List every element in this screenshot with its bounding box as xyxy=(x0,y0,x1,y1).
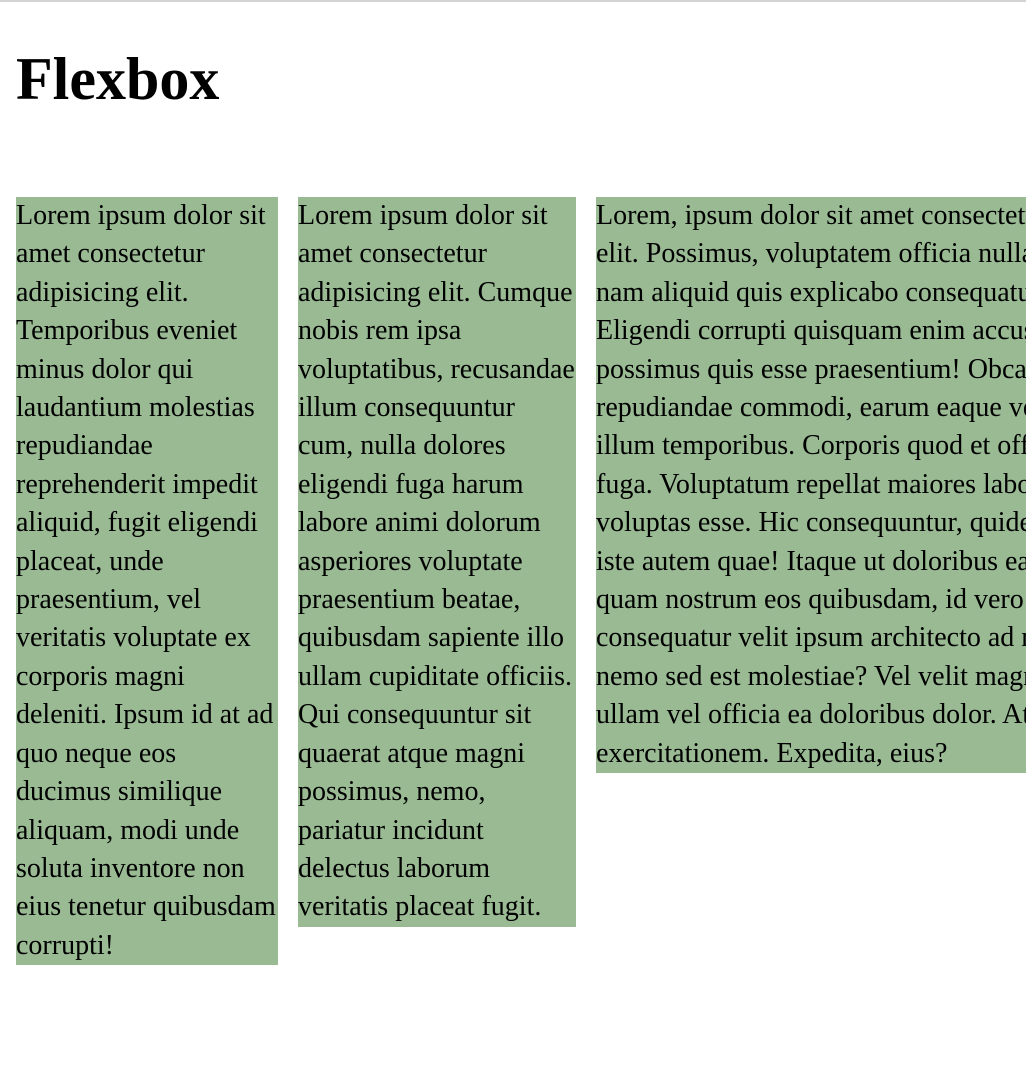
flex-container: Lorem ipsum dolor sit amet consectetur a… xyxy=(16,197,1026,966)
flex-item-1: Lorem ipsum dolor sit amet consectetur a… xyxy=(16,197,278,966)
top-divider xyxy=(0,0,1026,2)
flex-item-3: Lorem, ipsum dolor sit amet consectetur … xyxy=(596,197,1026,774)
page-title: Flexbox xyxy=(16,46,220,112)
flex-item-2: Lorem ipsum dolor sit amet consectetur a… xyxy=(298,197,576,927)
page: Flexbox Lorem ipsum dolor sit amet conse… xyxy=(0,0,1026,1078)
